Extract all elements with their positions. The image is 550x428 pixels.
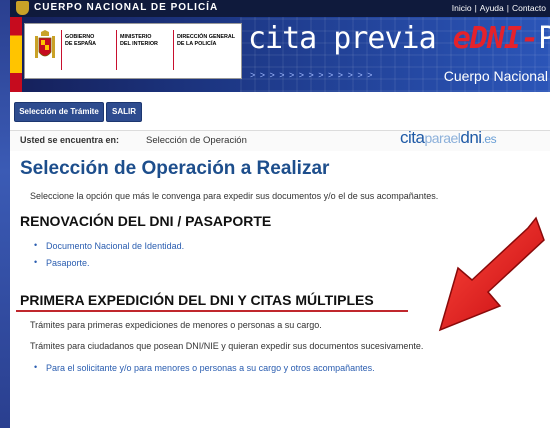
exit-button[interactable]: SALIR [106,102,142,122]
banner-title: cita previa eDNI-Pasa [248,21,550,56]
police-title: CUERPO NACIONAL DE POLICÍA [34,2,219,13]
top-bar: CUERPO NACIONAL DE POLICÍA Inicio | Ayuda |… [10,0,550,17]
red-arrow-icon [438,216,545,332]
banner-subtitle: Cuerpo Nacional [443,68,548,84]
option-multiple-appointments[interactable]: Para el solicitante y/o para menores o p… [32,362,375,373]
intro-text: Seleccione la opción que más le convenga… [30,191,439,201]
coat-of-arms-icon [35,30,55,58]
first-issue-heading: PRIMERA EXPEDICIÓN DEL DNI Y CITAS MÚLTI… [20,292,374,308]
top-links: Inicio | Ayuda | Contacto [451,3,546,13]
link-ayuda[interactable]: Ayuda [480,3,504,13]
heading-underline [16,310,408,312]
chevron-row-icon: > > > > > > > > > > > > > [250,70,374,80]
first-issue-description-2: Trámites para ciudadanos que posean DNI/… [30,341,424,351]
link-contacto[interactable]: Contacto [512,3,546,13]
government-logo-box: GOBIERNO DE ESPAÑA MINISTERIO DEL INTERI… [24,23,242,79]
renewal-heading: RENOVACIÓN DEL DNI / PASAPORTE [20,213,272,229]
banner: GOBIERNO DE ESPAÑA MINISTERIO DEL INTERI… [10,17,550,92]
police-shield-icon [16,1,29,15]
citaparaeldni-logo[interactable]: citaparaeldni.es [400,128,497,148]
link-inicio[interactable]: Inicio [452,3,472,13]
option-pasaporte[interactable]: Pasaporte. [32,257,184,268]
left-decorative-strip [0,0,10,428]
page-title: Selección de Operación a Realizar [20,158,330,179]
first-issue-description-1: Trámites para primeras expediciones de m… [30,320,322,330]
breadcrumb: Usted se encuentra en: Selección de Oper… [10,128,550,151]
renewal-options: Documento Nacional de Identidad. Pasapor… [32,240,184,275]
breadcrumb-label: Usted se encuentra en: [20,135,120,145]
first-issue-options: Para el solicitante y/o para menores o p… [32,362,375,380]
select-procedure-button[interactable]: Selección de Trámite [14,102,104,122]
nav-bar: Selección de Trámite SALIR [10,92,550,130]
breadcrumb-current: Selección de Operación [146,135,247,146]
option-dni[interactable]: Documento Nacional de Identidad. [32,240,184,251]
spain-flag-stripe [10,17,22,92]
